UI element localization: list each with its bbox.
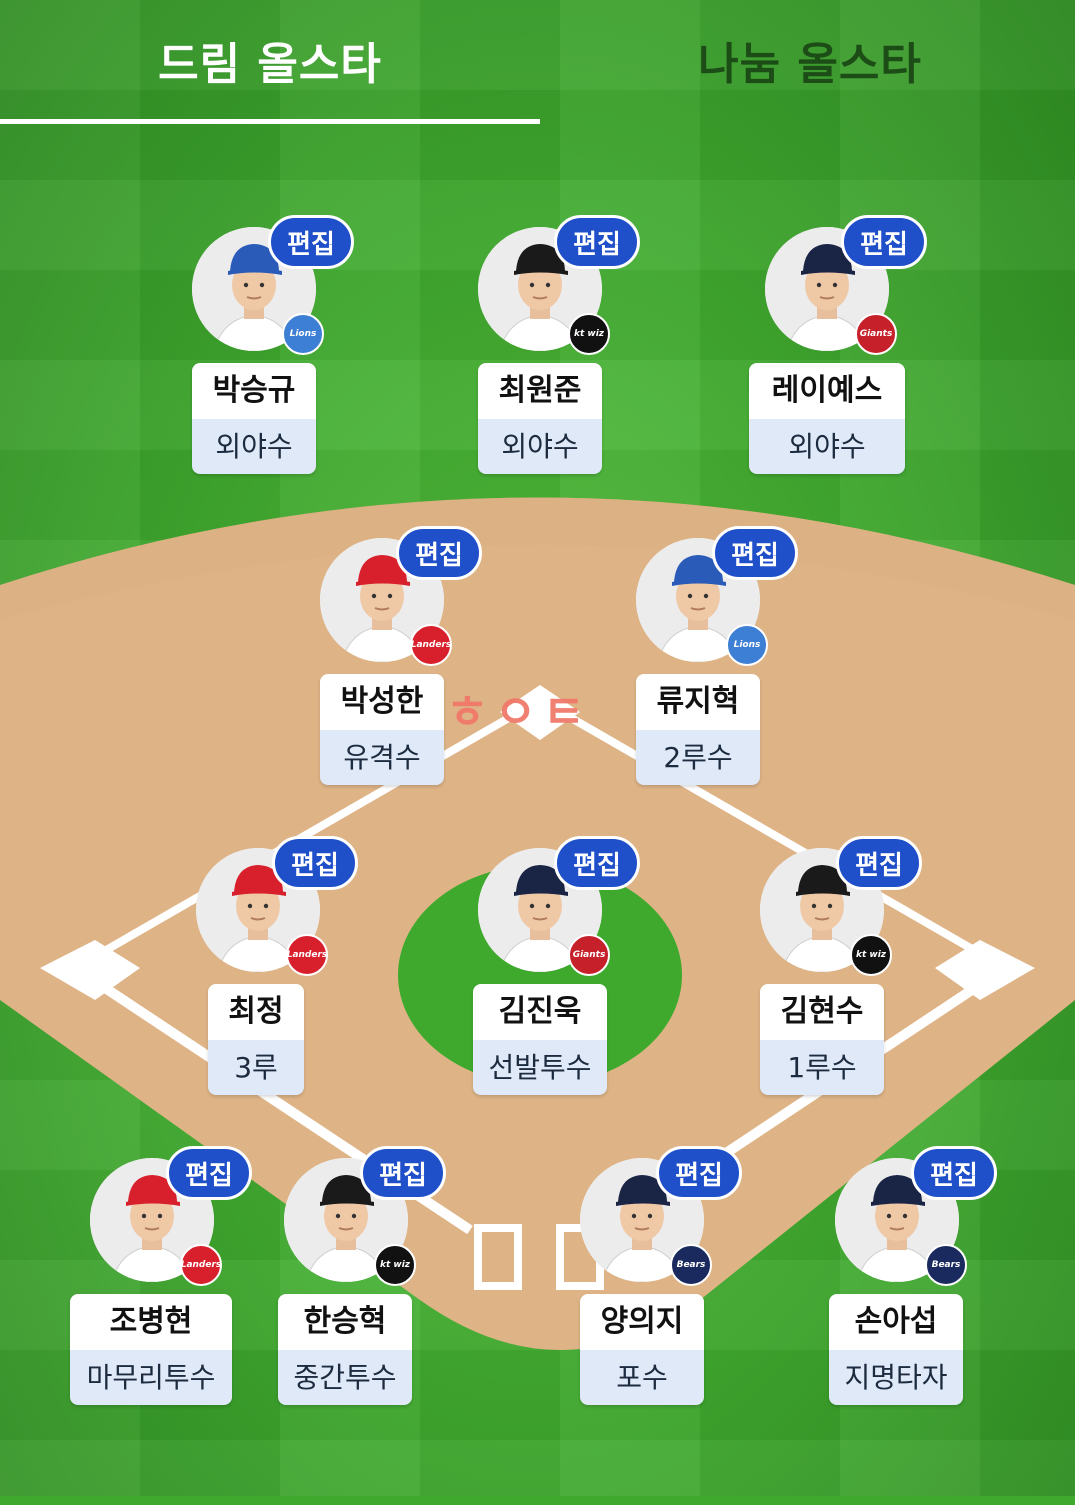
player-name: 류지혁 — [636, 674, 760, 730]
player-position: 마무리투수 — [70, 1350, 232, 1405]
player-position: 선발투수 — [473, 1040, 607, 1095]
team-logo-text: kt wiz — [379, 1260, 411, 1270]
player-slot: Giants 편집김진욱 선발투수 — [473, 836, 738, 1108]
player-card[interactable]: 박승규 외야수 — [192, 363, 316, 474]
player-name: 최정 — [208, 984, 304, 1040]
edit-button[interactable]: 편집 — [841, 215, 927, 269]
player-position: 외야수 — [749, 419, 905, 474]
tab-nanum-allstar[interactable]: 나눔 올스타 — [540, 28, 1075, 92]
player-card[interactable]: 최정3루수 — [208, 984, 304, 1095]
player-card[interactable]: 김현수 1루수 — [760, 984, 884, 1095]
team-logo-icon: Landers — [180, 1244, 222, 1286]
edit-button[interactable]: 편집 — [272, 836, 358, 890]
player-position: 3루수 — [208, 1040, 304, 1095]
player-slot: Landers 편집최정3루수 — [196, 836, 456, 1108]
team-logo-text: kt wiz — [855, 950, 887, 960]
player-card[interactable]: 최원준 외야수 — [478, 363, 602, 474]
player-name: 김진욱 — [473, 984, 607, 1040]
player-slot: Bears 편집양의지 포수 — [580, 1146, 840, 1418]
edit-button[interactable]: 편집 — [396, 526, 482, 580]
player-card[interactable]: 손아섭 지명타자 — [829, 1294, 963, 1405]
team-logo-icon: Landers — [410, 624, 452, 666]
active-tab-indicator — [0, 119, 540, 124]
team-logo-icon: Giants — [855, 313, 897, 355]
player-position: 포수 — [580, 1350, 704, 1405]
edit-button[interactable]: 편집 — [911, 1146, 997, 1200]
team-logo-icon: Lions — [726, 624, 768, 666]
player-slot: Lions 편집박승규 외야수 — [192, 215, 452, 487]
player-slot: Lions 편집류지혁 2루수 — [636, 526, 896, 798]
player-card[interactable]: 한승혁 중간투수 — [278, 1294, 412, 1405]
team-logo-icon: Lions — [282, 313, 324, 355]
player-name: 손아섭 — [829, 1294, 963, 1350]
player-card[interactable]: 김진욱 선발투수 — [473, 984, 607, 1095]
team-logo-text: Lions — [289, 329, 317, 339]
team-logo-text: Bears — [676, 1260, 706, 1270]
player-name: 한승혁 — [278, 1294, 412, 1350]
edit-button[interactable]: 편집 — [360, 1146, 446, 1200]
team-logo-text: kt wiz — [573, 329, 605, 339]
team-logo-icon: Landers — [286, 934, 328, 976]
team-logo-text: Landers — [180, 1260, 222, 1270]
team-logo-text: Landers — [410, 640, 452, 650]
player-name: 김현수 — [760, 984, 884, 1040]
team-logo-text: Landers — [286, 950, 328, 960]
edit-button[interactable]: 편집 — [554, 215, 640, 269]
edit-button[interactable]: 편집 — [166, 1146, 252, 1200]
player-name: 박성한 — [320, 674, 444, 730]
player-position: 외야수 — [478, 419, 602, 474]
player-slot: kt wiz 편집최원준 외야수 — [478, 215, 738, 487]
player-position: 중간투수 — [278, 1350, 412, 1405]
player-slot: kt wiz 편집김현수 1루수 — [760, 836, 1020, 1108]
player-card[interactable]: 박성한 유격수 — [320, 674, 444, 785]
edit-button[interactable]: 편집 — [712, 526, 798, 580]
player-name: 조병현 — [70, 1294, 232, 1350]
player-slot: Bears 편집손아섭 지명타자 — [829, 1146, 1075, 1418]
team-logo-icon: Bears — [925, 1244, 967, 1286]
tab-dream-allstar[interactable]: 드림 올스타 — [0, 28, 540, 92]
player-position: 2루수 — [636, 730, 760, 785]
edit-button[interactable]: 편집 — [268, 215, 354, 269]
team-logo-text: Lions — [733, 640, 761, 650]
edit-button[interactable]: 편집 — [554, 836, 640, 890]
player-name: 양의지 — [580, 1294, 704, 1350]
player-card[interactable]: 양의지 포수 — [580, 1294, 704, 1405]
player-slot: Giants 편집레이예스 외야수 — [749, 215, 1025, 487]
player-card[interactable]: 조병현 마무리투수 — [70, 1294, 232, 1405]
player-position: 외야수 — [192, 419, 316, 474]
team-tabs: 드림 올스타 나눔 올스타 — [0, 0, 1075, 125]
player-card[interactable]: 류지혁 2루수 — [636, 674, 760, 785]
player-name: 최원준 — [478, 363, 602, 419]
player-position: 유격수 — [320, 730, 444, 785]
player-name: 레이예스 — [749, 363, 905, 419]
edit-button[interactable]: 편집 — [656, 1146, 742, 1200]
player-slot: kt wiz 편집한승혁 중간투수 — [278, 1146, 544, 1418]
team-logo-text: Giants — [859, 329, 893, 339]
team-logo-icon: kt wiz — [374, 1244, 416, 1286]
team-logo-icon: kt wiz — [568, 313, 610, 355]
team-logo-text: Giants — [572, 950, 606, 960]
team-logo-icon: kt wiz — [850, 934, 892, 976]
bottom-strip — [0, 1496, 1075, 1505]
player-card[interactable]: 레이예스 외야수 — [749, 363, 905, 474]
team-logo-icon: Bears — [670, 1244, 712, 1286]
player-position: 지명타자 — [829, 1350, 963, 1405]
player-position: 1루수 — [760, 1040, 884, 1095]
team-logo-text: Bears — [931, 1260, 961, 1270]
team-logo-icon: Giants — [568, 934, 610, 976]
field-stage: { "tabs": [ {"label": "드림 올스타", "active"… — [0, 0, 1075, 1505]
edit-button[interactable]: 편집 — [836, 836, 922, 890]
player-slot: Landers 편집박성한 유격수 — [320, 526, 580, 798]
player-name: 박승규 — [192, 363, 316, 419]
